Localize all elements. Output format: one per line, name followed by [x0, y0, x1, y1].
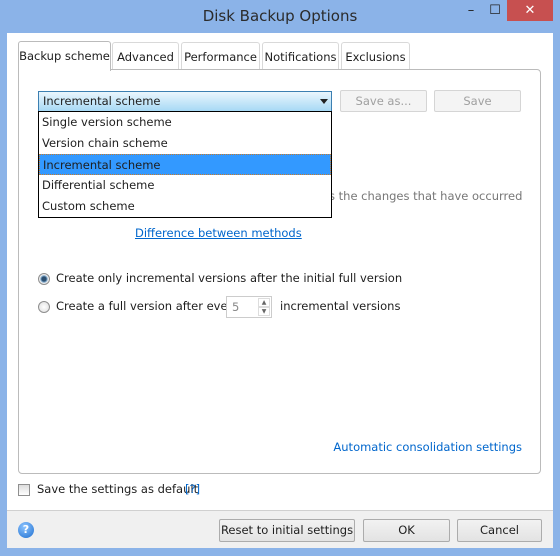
radio-full-every[interactable] — [38, 301, 50, 313]
scheme-selected: Incremental scheme — [43, 94, 161, 108]
maximize-button[interactable]: ☐ — [484, 0, 506, 21]
spinner-suffix: incremental versions — [280, 299, 401, 313]
cancel-button[interactable]: Cancel — [457, 519, 542, 542]
close-button[interactable]: ✕ — [507, 0, 553, 21]
save-button[interactable]: Save — [434, 90, 521, 112]
save-default-help-link[interactable]: [?] — [185, 482, 200, 496]
option-single-version[interactable]: Single version scheme — [39, 112, 331, 133]
save-default-label: Save the settings as default — [37, 482, 199, 496]
spinner-down-icon[interactable]: ▼ — [258, 307, 270, 316]
tab-notifications[interactable]: Notifications — [262, 42, 339, 70]
option-incremental[interactable]: Incremental scheme — [39, 154, 331, 175]
save-as-button[interactable]: Save as... — [340, 90, 427, 112]
radio-full-every-label: Create a full version after every — [56, 299, 240, 313]
reset-button[interactable]: Reset to initial settings — [219, 519, 355, 542]
option-custom[interactable]: Custom scheme — [39, 196, 331, 217]
tab-performance[interactable]: Performance — [181, 42, 260, 70]
help-icon[interactable]: ? — [18, 522, 34, 538]
radio-incremental-only-label: Create only incremental versions after t… — [56, 271, 403, 285]
option-differential[interactable]: Differential scheme — [39, 175, 331, 196]
tab-backup-scheme[interactable]: Backup scheme — [18, 41, 111, 71]
spinner-up-icon[interactable]: ▲ — [258, 298, 270, 307]
tab-exclusions[interactable]: Exclusions — [341, 42, 410, 70]
save-default-checkbox[interactable] — [18, 484, 30, 496]
ok-button[interactable]: OK — [363, 519, 450, 542]
difference-link[interactable]: Difference between methods — [135, 226, 302, 240]
scheme-options-list: Single version scheme Version chain sche… — [38, 111, 332, 218]
scheme-dropdown[interactable]: Incremental scheme — [38, 91, 332, 112]
versions-spinner[interactable]: 5 ▲ ▼ — [226, 296, 272, 318]
chevron-down-icon — [320, 99, 328, 104]
scheme-description: s the changes that have occurred — [329, 189, 523, 203]
consolidation-link[interactable]: Automatic consolidation settings — [333, 440, 522, 454]
tab-advanced[interactable]: Advanced — [112, 42, 179, 70]
option-version-chain[interactable]: Version chain scheme — [39, 133, 331, 154]
radio-incremental-only[interactable] — [38, 273, 50, 285]
spinner-value: 5 — [232, 300, 240, 314]
minimize-button[interactable]: – — [458, 0, 484, 21]
